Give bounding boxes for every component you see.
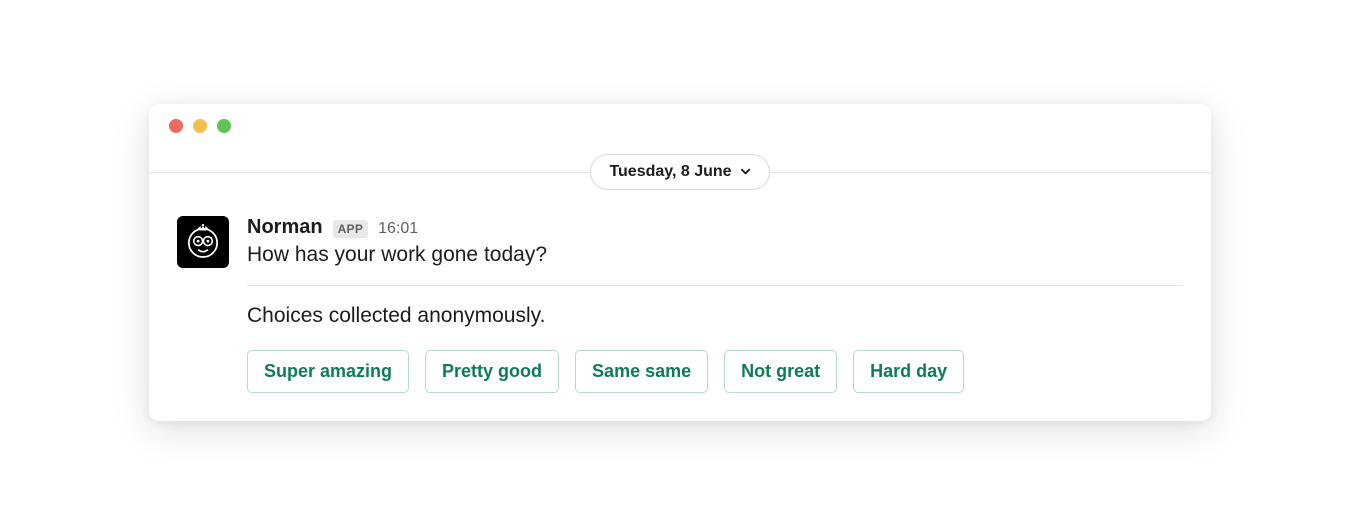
app-badge: APP (333, 220, 369, 238)
choice-button-pretty-good[interactable]: Pretty good (425, 350, 559, 393)
section-divider (247, 285, 1183, 286)
question-text: How has your work gone today? (247, 243, 1183, 267)
choices-row: Super amazing Pretty good Same same Not … (247, 350, 1183, 393)
message: Norman APP 16:01 How has your work gone … (149, 196, 1211, 421)
window-close-button[interactable] (169, 119, 183, 133)
anonymity-note: Choices collected anonymously. (247, 304, 1183, 328)
titlebar (149, 104, 1211, 148)
author-name[interactable]: Norman (247, 216, 323, 239)
message-header: Norman APP 16:01 (247, 216, 1183, 239)
date-picker-button[interactable]: Tuesday, 8 June (590, 154, 769, 190)
date-divider: Tuesday, 8 June (149, 148, 1211, 196)
date-label: Tuesday, 8 June (609, 163, 731, 181)
choice-button-same-same[interactable]: Same same (575, 350, 708, 393)
avatar[interactable] (177, 216, 229, 268)
choice-button-hard-day[interactable]: Hard day (853, 350, 964, 393)
choice-button-not-great[interactable]: Not great (724, 350, 837, 393)
app-window: Tuesday, 8 June (149, 104, 1211, 421)
message-content: Norman APP 16:01 How has your work gone … (247, 216, 1183, 393)
chevron-down-icon (740, 166, 751, 177)
window-maximize-button[interactable] (217, 119, 231, 133)
choice-button-super-amazing[interactable]: Super amazing (247, 350, 409, 393)
timestamp[interactable]: 16:01 (378, 220, 418, 238)
window-minimize-button[interactable] (193, 119, 207, 133)
